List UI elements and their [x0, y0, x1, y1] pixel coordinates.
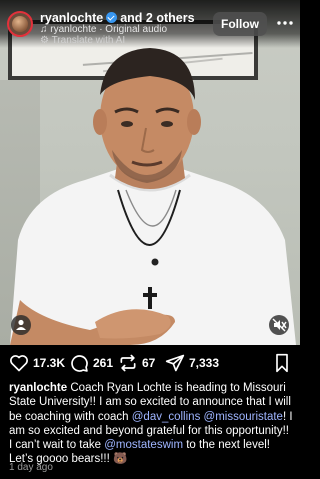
repost-count: 67 — [142, 356, 156, 370]
translate-icon: ⚙ — [40, 35, 52, 46]
caption-username[interactable]: ryanlochte — [9, 382, 67, 394]
action-bar: 17.3K 261 67 7,333 — [0, 350, 300, 376]
like-count: 17.3K — [33, 356, 66, 370]
like-button[interactable]: 17.3K — [9, 353, 65, 373]
avatar[interactable] — [7, 11, 33, 37]
comment-count: 261 — [93, 356, 114, 370]
translate-label: Translate with AI — [51, 35, 126, 46]
person-tag-icon[interactable] — [11, 315, 31, 335]
audio-label: ryanlochte · Original audio — [50, 24, 168, 35]
audio-info[interactable]: ♫ ryanlochte · Original audio — [40, 24, 167, 35]
bookmark-icon — [276, 353, 288, 373]
repost-button[interactable]: 67 — [118, 353, 155, 373]
collab-others[interactable]: and 2 others — [120, 11, 194, 25]
verified-badge-icon — [106, 12, 118, 23]
share-icon — [165, 354, 185, 372]
post-caption: ryanlochte Coach Ryan Lochte is heading … — [9, 381, 293, 467]
video-frame-person — [10, 48, 296, 345]
comment-icon — [71, 355, 88, 372]
post-timestamp: 1 day ago — [9, 462, 53, 473]
music-note-icon: ♫ — [40, 24, 51, 35]
comment-button[interactable]: 261 — [69, 353, 113, 373]
more-icon[interactable] — [276, 14, 294, 32]
mention-link[interactable]: @dav_collins — [132, 411, 201, 423]
mute-icon[interactable] — [269, 315, 289, 335]
follow-button[interactable]: Follow — [213, 12, 267, 36]
post-author[interactable]: ryanlochte and 2 others — [40, 11, 195, 25]
save-button[interactable] — [273, 353, 291, 373]
mention-link[interactable]: @mostateswim — [104, 439, 183, 451]
video-player[interactable]: ryanlochte and 2 others ♫ ryanlochte · Or… — [0, 0, 300, 345]
username[interactable]: ryanlochte — [40, 11, 103, 25]
share-button[interactable]: 7,333 — [165, 353, 219, 373]
share-count: 7,333 — [189, 356, 220, 370]
repost-icon — [120, 354, 136, 372]
mention-link[interactable]: @missouristate — [204, 411, 283, 423]
heart-icon — [10, 355, 28, 372]
translate-link[interactable]: ⚙ Translate with AI — [40, 35, 125, 46]
